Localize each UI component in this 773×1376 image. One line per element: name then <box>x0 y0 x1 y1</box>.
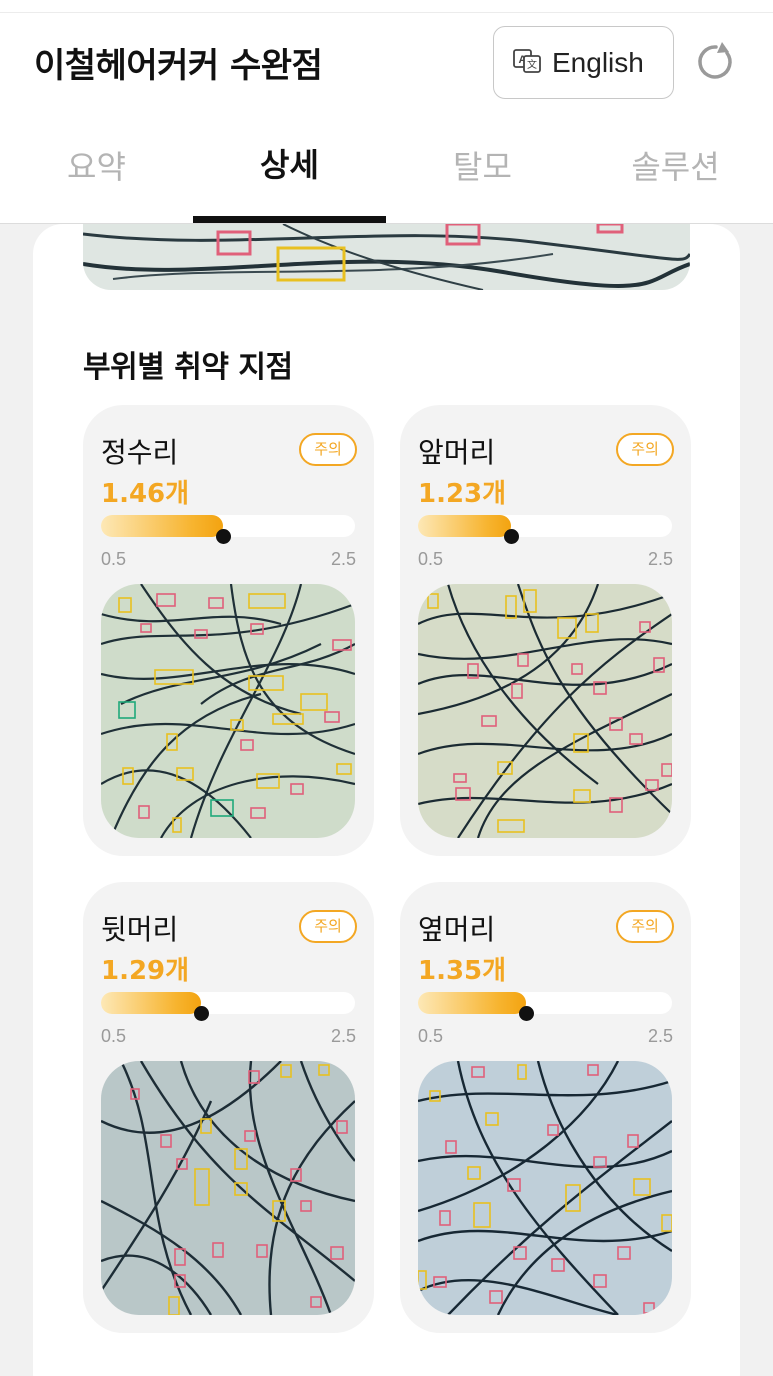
level-bar-fill <box>101 992 202 1014</box>
level-bar <box>418 515 672 544</box>
level-bar-marker <box>215 529 231 544</box>
level-bar-fill <box>418 515 511 537</box>
level-bar <box>101 992 355 1021</box>
region-value: 1.29개 <box>101 956 190 986</box>
app-header: 이철헤어커커 수완점 A 文 English 요약 상세 탈모 솔루션 <box>0 0 773 224</box>
level-bar-marker <box>518 1006 534 1021</box>
bar-max-label: 2.5 <box>330 549 356 569</box>
level-bar-marker <box>194 1006 210 1021</box>
region-value: 1.23개 <box>418 479 507 509</box>
refresh-icon[interactable] <box>694 40 738 84</box>
language-button[interactable]: A 文 English <box>493 26 674 99</box>
tab-bar: 요약 상세 탈모 솔루션 <box>0 130 773 224</box>
region-value: 1.46개 <box>101 479 190 509</box>
svg-text:文: 文 <box>527 58 537 71</box>
level-bar-marker <box>503 529 519 544</box>
section-title: 부위별 취약 지점 <box>83 350 293 385</box>
level-bar <box>418 992 672 1021</box>
region-card-back[interactable]: 뒷머리 주의 1.29개 0.5 2.5 <box>83 882 374 1333</box>
bar-min-label: 0.5 <box>418 549 444 569</box>
bar-min-label: 0.5 <box>418 1026 444 1046</box>
region-name: 옆머리 <box>418 913 496 946</box>
bar-max-label: 2.5 <box>647 1026 673 1046</box>
scalp-microscope-image <box>418 1061 672 1315</box>
region-name: 앞머리 <box>418 436 496 469</box>
bar-max-label: 2.5 <box>647 549 673 569</box>
scalp-microscope-image <box>418 584 672 838</box>
detail-card: 부위별 취약 지점 정수리 주의 1.46개 0.5 2.5 앞머리 주의 1.… <box>33 224 740 1376</box>
level-bar-fill <box>418 992 526 1014</box>
scalp-photo-overview <box>83 224 690 290</box>
scalp-microscope-image <box>101 584 355 838</box>
bar-min-label: 0.5 <box>101 1026 127 1046</box>
region-card-side[interactable]: 옆머리 주의 1.35개 0.5 2.5 <box>400 882 691 1333</box>
status-divider <box>0 12 773 13</box>
tab-hair-loss[interactable]: 탈모 <box>386 142 579 188</box>
region-name: 정수리 <box>101 436 179 469</box>
status-badge: 주의 <box>299 910 357 943</box>
status-badge: 주의 <box>616 910 674 943</box>
scalp-microscope-image <box>101 1061 355 1315</box>
translate-icon: A 文 <box>512 46 542 80</box>
level-bar <box>101 515 355 544</box>
region-card-crown[interactable]: 정수리 주의 1.46개 0.5 2.5 <box>83 405 374 856</box>
level-bar-fill <box>101 515 223 537</box>
tab-solution[interactable]: 솔루션 <box>579 142 772 188</box>
tab-summary[interactable]: 요약 <box>0 142 193 188</box>
region-card-front[interactable]: 앞머리 주의 1.23개 0.5 2.5 <box>400 405 691 856</box>
active-tab-indicator <box>193 216 386 223</box>
tab-detail[interactable]: 상세 <box>193 140 386 186</box>
shop-title: 이철헤어커커 수완점 <box>34 46 323 86</box>
status-badge: 주의 <box>616 433 674 466</box>
language-label: English <box>552 46 644 78</box>
region-value: 1.35개 <box>418 956 507 986</box>
bar-min-label: 0.5 <box>101 549 127 569</box>
region-name: 뒷머리 <box>101 913 179 946</box>
bar-max-label: 2.5 <box>330 1026 356 1046</box>
status-badge: 주의 <box>299 433 357 466</box>
